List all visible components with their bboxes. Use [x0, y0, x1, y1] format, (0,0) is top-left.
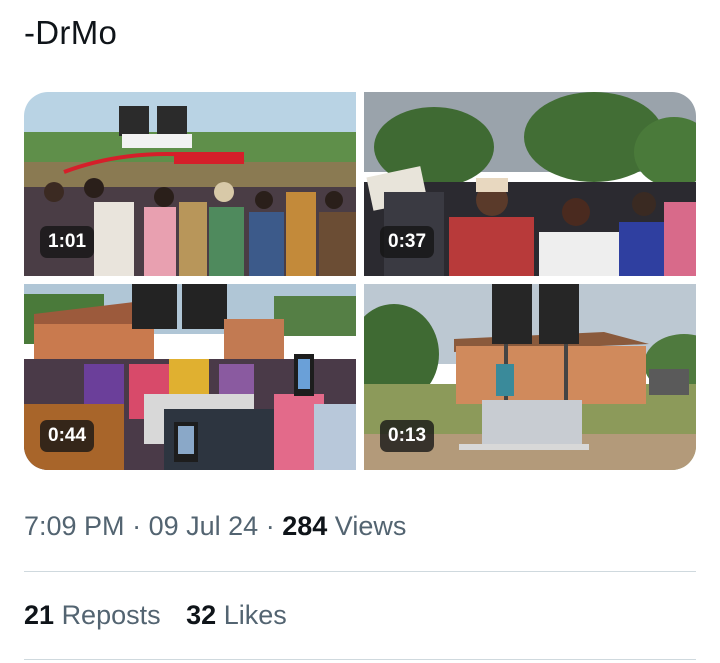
video-thumbnail-4[interactable]: 0:13	[364, 284, 696, 470]
post-text: -DrMo	[24, 14, 118, 51]
reposts-link[interactable]: 21 Reposts	[24, 600, 161, 631]
likes-count: 32	[186, 600, 217, 630]
reposts-label: Reposts	[61, 600, 161, 630]
likes-label: Likes	[223, 600, 287, 630]
engagement-stats: 21 Reposts 32 Likes	[24, 600, 305, 631]
reposts-count: 21	[24, 600, 55, 630]
video-thumbnail-1[interactable]: 1:01	[24, 92, 356, 276]
post-time[interactable]: 7:09 PM	[24, 511, 125, 541]
likes-link[interactable]: 32 Likes	[186, 600, 287, 631]
video-duration: 0:13	[380, 420, 435, 452]
video-duration: 1:01	[40, 226, 95, 258]
post-date[interactable]: 09 Jul 24	[149, 511, 259, 541]
video-thumbnail-3[interactable]: 0:44	[24, 284, 356, 470]
views-count: 284	[282, 511, 328, 541]
video-thumbnail-2[interactable]: 0:37	[364, 92, 696, 276]
divider	[24, 659, 696, 660]
divider	[24, 571, 696, 572]
video-duration: 0:37	[380, 226, 435, 258]
post-metadata: 7:09 PM · 09 Jul 24 · 284 Views	[24, 511, 406, 542]
views-label: Views	[334, 511, 407, 541]
meta-separator: ·	[265, 511, 275, 541]
meta-separator: ·	[132, 511, 142, 541]
video-duration: 0:44	[40, 420, 95, 452]
media-grid: 1:01 0:37 0:44 0:13	[24, 92, 696, 470]
